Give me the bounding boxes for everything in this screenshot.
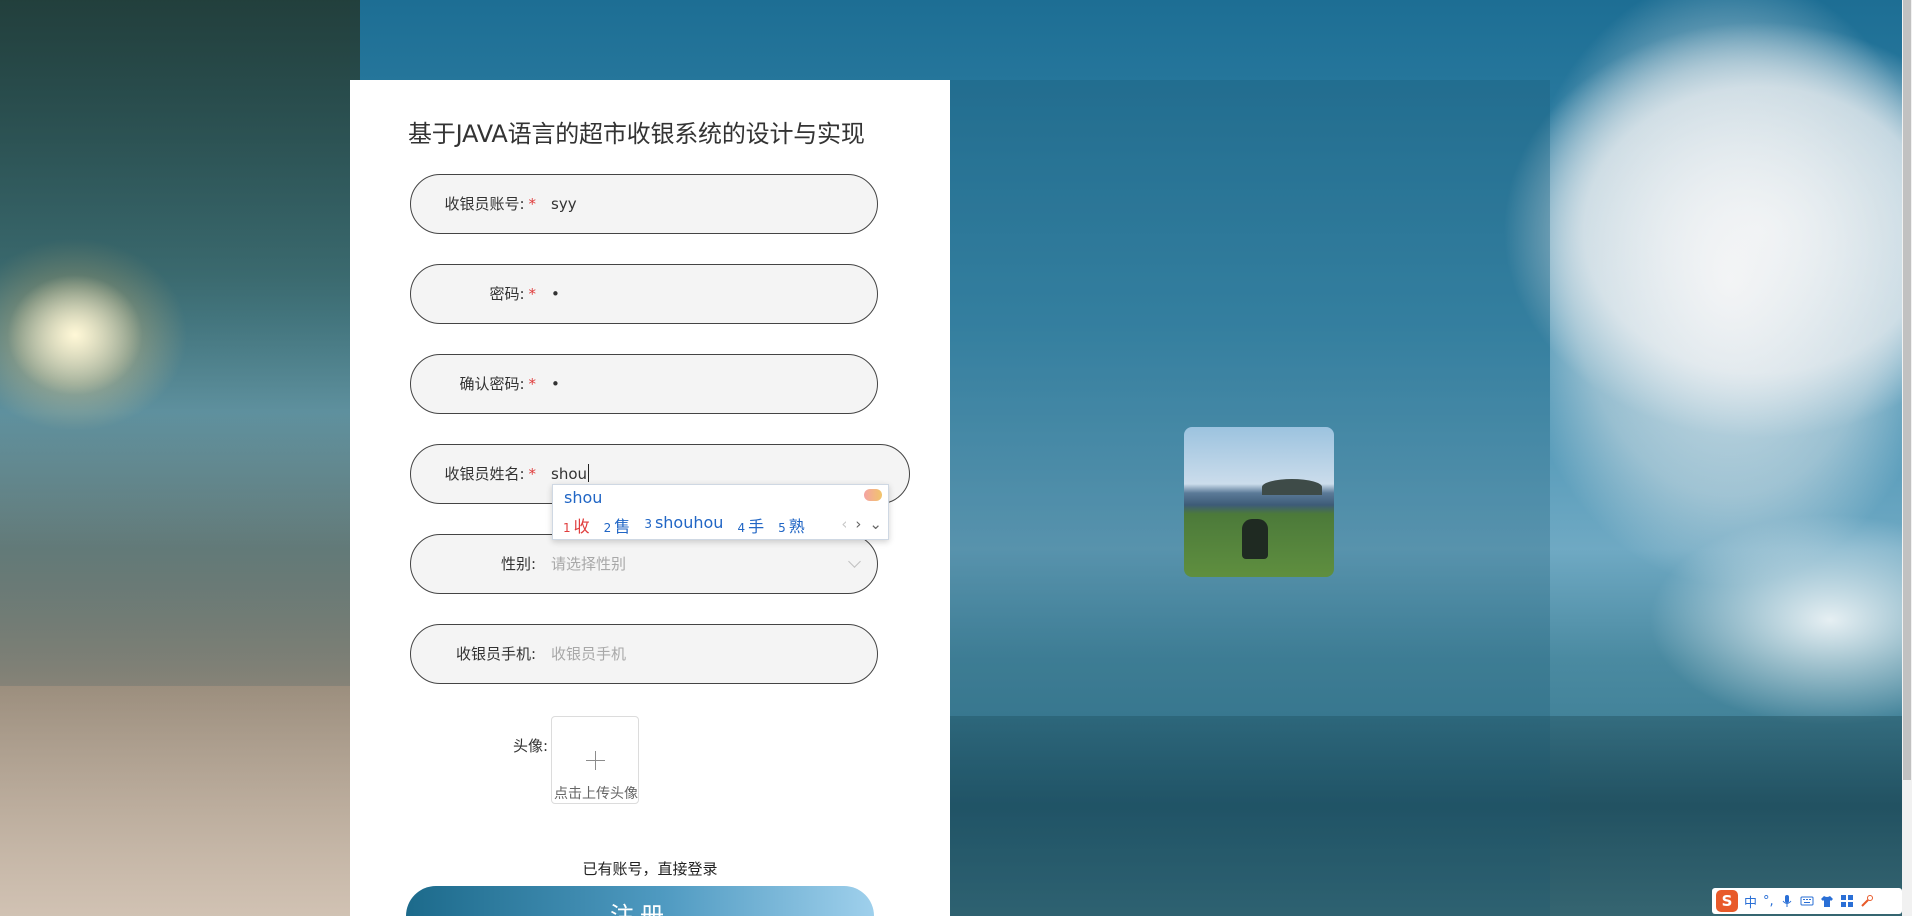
gender-label: 性别:	[500, 555, 536, 573]
avatar-label: 头像:	[512, 737, 548, 755]
person-shape	[1242, 519, 1268, 559]
ime-expand-icon[interactable]: ⌄	[869, 515, 882, 533]
confirm-password-field[interactable]: 确认密码: * •	[410, 354, 878, 414]
required-mark: *	[528, 195, 537, 213]
scrollbar-thumb[interactable]	[1903, 0, 1911, 780]
gender-select[interactable]: 性别: 请选择性别	[410, 534, 878, 594]
grid-icon[interactable]	[1840, 894, 1854, 908]
mic-icon[interactable]	[1780, 894, 1794, 908]
island-shape	[1262, 479, 1322, 495]
skin-icon[interactable]	[1820, 894, 1834, 908]
account-label: 收银员账号: *	[444, 195, 537, 213]
ime-skin-icon[interactable]	[864, 489, 882, 501]
ime-candidate[interactable]: 1收	[563, 513, 590, 537]
avatar-upload-hint: 点击上传头像	[554, 786, 638, 802]
ime-candidate[interactable]: 4手	[737, 513, 764, 537]
ime-candidate[interactable]: 3 shouhou	[644, 513, 723, 537]
ime-mode-toggle[interactable]: 中	[1744, 892, 1757, 911]
confirm-password-input[interactable]: •	[551, 355, 560, 413]
login-link[interactable]: 已有账号，直接登录	[350, 858, 950, 879]
password-label: 密码: *	[489, 285, 537, 303]
password-input[interactable]: •	[551, 265, 560, 323]
password-field[interactable]: 密码: * •	[410, 264, 878, 324]
ime-prev-page-icon[interactable]: ‹	[841, 515, 847, 533]
ime-punct-toggle[interactable]: °,	[1763, 894, 1774, 909]
keyboard-icon[interactable]	[1800, 894, 1814, 908]
page-title: 基于JAVA语言的超市收银系统的设计与实现	[408, 120, 865, 148]
ime-candidate-popup: shou 1收 2售 3 shouhou 4手 5熟 ‹ › ⌄	[552, 484, 889, 540]
name-label: 收银员姓名: *	[444, 465, 537, 483]
page-scrollbar[interactable]	[1902, 0, 1912, 916]
account-field[interactable]: 收银员账号: * syy	[410, 174, 878, 234]
required-mark: *	[528, 285, 537, 303]
tools-icon[interactable]	[1860, 894, 1874, 908]
ime-composition: shou	[564, 488, 603, 507]
ime-candidate-list: 1收 2售 3 shouhou 4手 5熟	[563, 513, 805, 537]
plus-icon-vertical	[595, 751, 596, 770]
ime-next-page-icon[interactable]: ›	[855, 515, 861, 533]
ime-toolbar: S 中 °,	[1712, 888, 1902, 914]
register-button[interactable]: 注册	[406, 886, 874, 916]
required-mark: *	[528, 375, 537, 393]
phone-field[interactable]: 收银员手机: 收银员手机	[410, 624, 878, 684]
ime-candidate[interactable]: 2售	[604, 513, 631, 537]
confirm-password-label: 确认密码: *	[459, 375, 537, 393]
background-clouds	[1550, 0, 1912, 720]
background-beach	[0, 686, 360, 916]
required-mark: *	[528, 465, 537, 483]
phone-input[interactable]: 收银员手机	[551, 625, 626, 683]
chevron-down-icon	[848, 555, 861, 568]
phone-label: 收银员手机:	[455, 645, 536, 663]
gender-placeholder: 请选择性别	[551, 555, 627, 573]
account-input[interactable]: syy	[551, 175, 577, 233]
sogou-logo-icon[interactable]: S	[1716, 890, 1738, 912]
avatar-preview-image	[1184, 427, 1334, 577]
ime-candidate[interactable]: 5熟	[778, 513, 805, 537]
ime-nav: ‹ › ⌄	[841, 515, 882, 533]
text-caret	[588, 464, 590, 482]
